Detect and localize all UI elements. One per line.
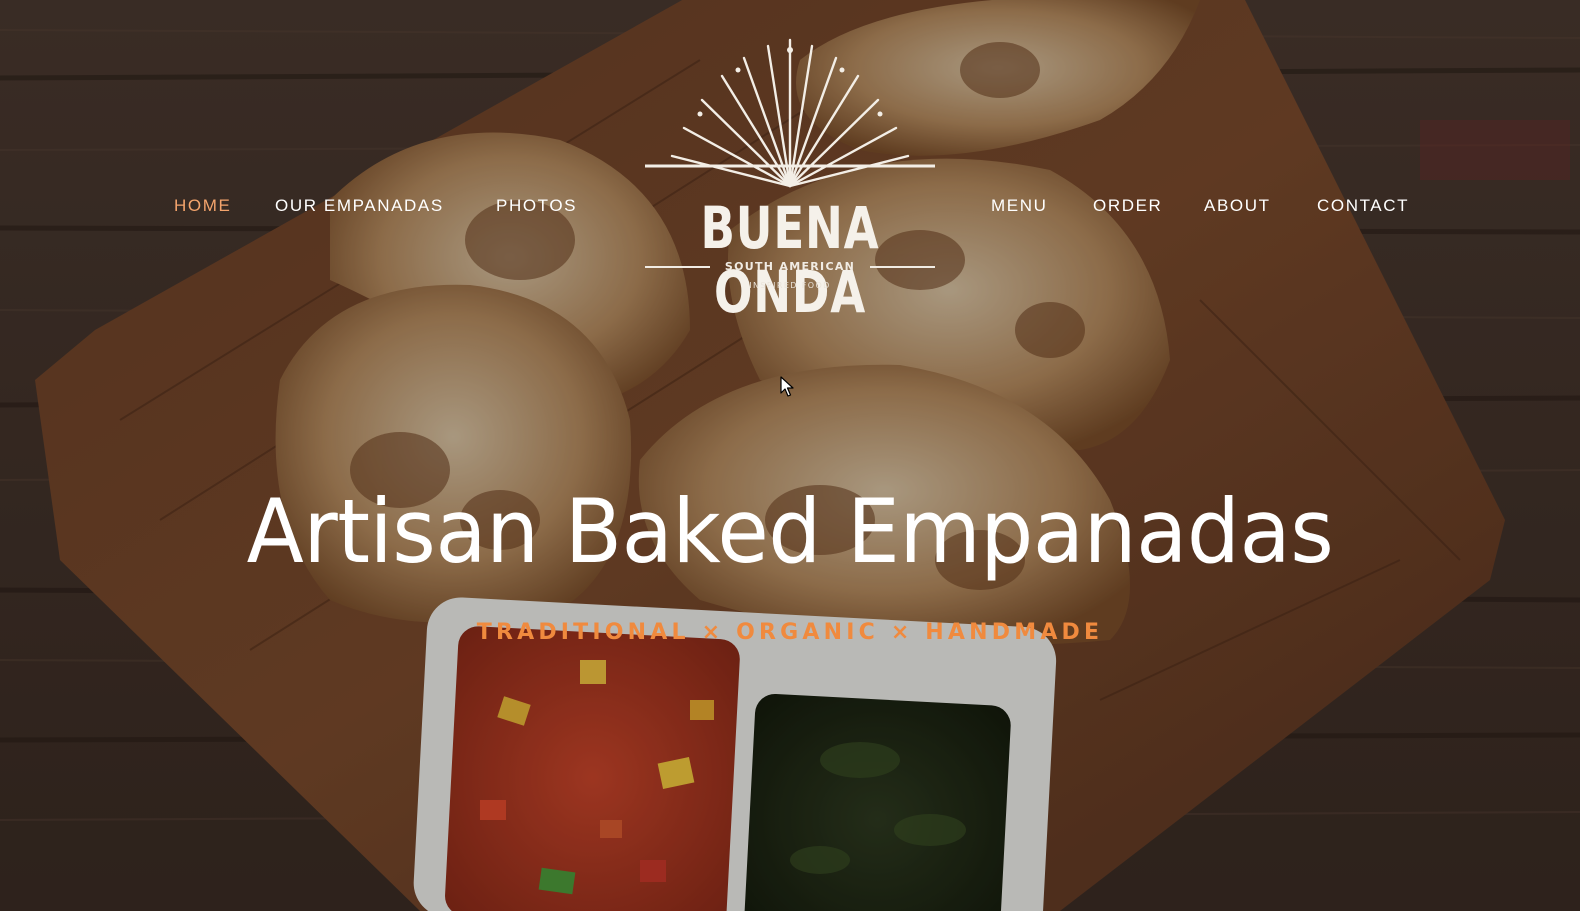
logo-tagline: INSPIRED FOOD <box>749 281 831 290</box>
nav-item-about[interactable]: ABOUT <box>1204 196 1271 216</box>
nav-item-order[interactable]: ORDER <box>1093 196 1162 216</box>
nav-item-contact[interactable]: CONTACT <box>1317 196 1409 216</box>
mouse-cursor-icon <box>780 376 794 397</box>
nav-item-home[interactable]: HOME <box>174 196 231 216</box>
nav-item-our-empanadas[interactable]: OUR EMPANADAS <box>275 196 444 216</box>
nav-item-photos[interactable]: PHOTOS <box>496 196 577 216</box>
brand-logo[interactable]: BUENA ONDA SOUTH AMERICAN INSPIRED FOOD <box>640 36 940 324</box>
logo-subtitle: SOUTH AMERICAN <box>724 260 856 273</box>
hero-tagline: TRADITIONAL × ORGANIC × HANDMADE <box>476 620 1104 645</box>
sunburst-icon <box>645 38 935 188</box>
hero-headline: Artisan Baked Empanadas <box>246 480 1334 583</box>
nav-item-menu[interactable]: MENU <box>991 196 1047 216</box>
